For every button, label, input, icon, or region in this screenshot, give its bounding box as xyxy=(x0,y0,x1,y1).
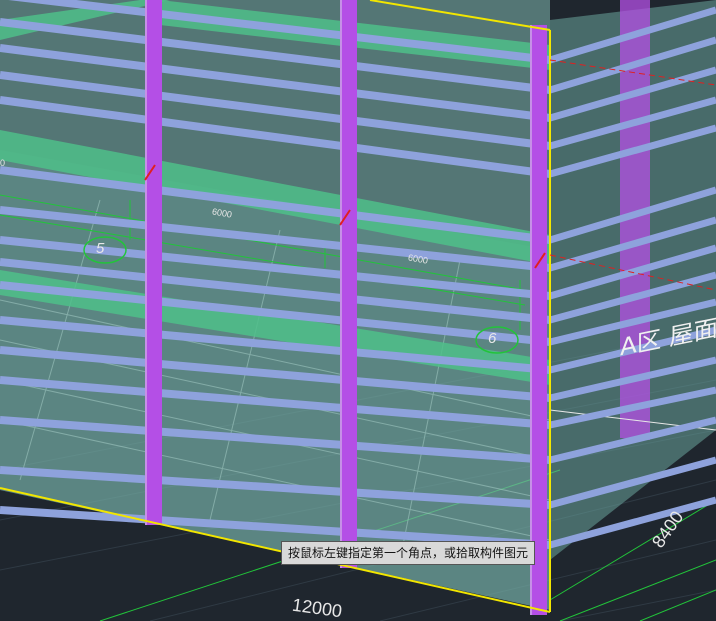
command-prompt-tooltip: 按鼠标左键指定第一个角点，或拾取构件图元 xyxy=(281,541,536,565)
axis-label-5: 5 xyxy=(96,240,105,257)
column-2 xyxy=(340,0,357,568)
column-1 xyxy=(145,0,162,525)
building-model[interactable] xyxy=(0,0,716,621)
3d-viewport[interactable]: 5 6 6000 6000 0 12000 8400 A区 屋面 按鼠标左键指定… xyxy=(0,0,716,621)
column-3 xyxy=(530,25,547,615)
axis-label-6: 6 xyxy=(488,330,497,347)
dimension-left: 0 xyxy=(0,158,6,168)
